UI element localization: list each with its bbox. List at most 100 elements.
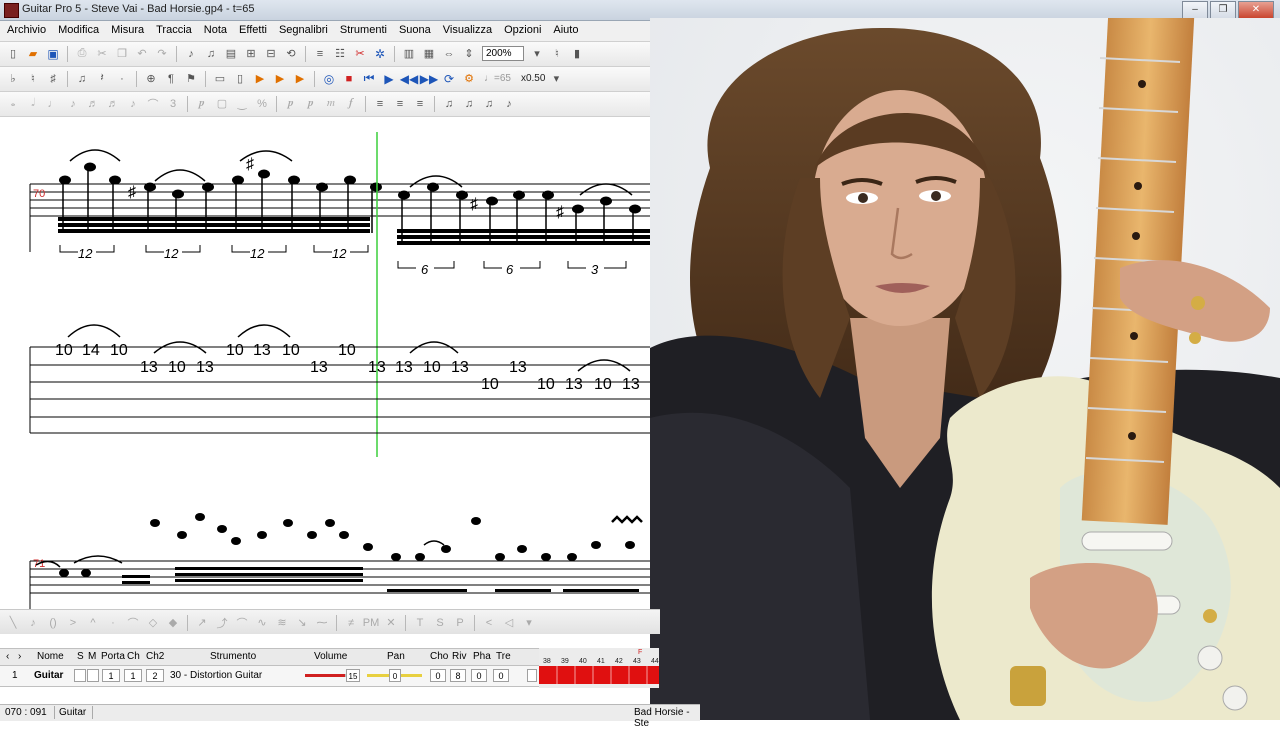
bend-icon[interactable]: ↗ — [193, 614, 211, 631]
tie-icon[interactable]: ⌒ — [144, 95, 162, 112]
tuner-icon[interactable]: ♮ — [548, 45, 566, 62]
mute-toggle[interactable] — [87, 669, 99, 682]
note-up-icon[interactable]: ♪ — [182, 45, 200, 62]
print-icon[interactable]: ⎙ — [73, 45, 91, 62]
strum-icon[interactable]: ♫ — [480, 95, 498, 112]
play-loop-icon[interactable]: ▶ — [291, 70, 309, 87]
settings-gear-icon[interactable]: ✲ — [371, 45, 389, 62]
menu-suona[interactable]: Suona — [392, 21, 436, 41]
save-icon[interactable]: ▣ — [44, 45, 62, 62]
track-name[interactable]: Guitar — [34, 670, 63, 681]
delete-bar-icon[interactable]: ⊟ — [262, 45, 280, 62]
hammer-on-icon[interactable]: ⌒ — [233, 614, 251, 631]
track-icon[interactable]: ≡ — [311, 45, 329, 62]
whole-note-icon[interactable]: 𝅝 — [4, 95, 22, 112]
menu-traccia[interactable]: Traccia — [149, 21, 197, 41]
previous-bar-icon[interactable]: ◀◀ — [400, 70, 418, 87]
lock-icon[interactable]: ▢ — [213, 95, 231, 112]
menu-misura[interactable]: Misura — [104, 21, 149, 41]
dot-icon[interactable]: · — [113, 70, 131, 87]
repeat-icon[interactable]: ⟲ — [282, 45, 300, 62]
menu-aiuto[interactable]: Aiuto — [546, 21, 583, 41]
track-scrollbar[interactable] — [527, 669, 537, 682]
loop-icon[interactable]: ⟳ — [440, 70, 458, 87]
brackets-icon[interactable]: () — [44, 614, 62, 631]
natural-harmonic-icon[interactable]: ◇ — [144, 614, 162, 631]
menu-modifica[interactable]: Modifica — [51, 21, 104, 41]
instrument-field[interactable]: 30 - Distortion Guitar — [170, 670, 262, 681]
tuplet-icon[interactable]: 3 — [164, 95, 182, 112]
slap-icon[interactable]: S — [431, 614, 449, 631]
piano-icon[interactable]: ▮ — [568, 45, 586, 62]
playback-speed[interactable]: x0.50 — [521, 73, 545, 84]
scissors-tool-icon[interactable]: ✂ — [351, 45, 369, 62]
volume-value[interactable]: 15 — [346, 669, 360, 682]
menu-effetti[interactable]: Effetti — [232, 21, 272, 41]
fit-width-icon[interactable]: ⇔ — [440, 45, 458, 62]
screen-view-icon[interactable]: ▦ — [420, 45, 438, 62]
pan-value[interactable]: 0 — [389, 669, 401, 682]
open-folder-icon[interactable]: ▰ — [24, 45, 42, 62]
port-field[interactable]: 1 — [102, 669, 120, 682]
thirtysecond-note-icon[interactable]: ♬ — [104, 95, 122, 112]
effect-icon[interactable]: ╲ — [4, 614, 22, 631]
dead-note-icon[interactable]: ✕ — [382, 614, 400, 631]
bar-icon[interactable]: ▤ — [222, 45, 240, 62]
flat-icon[interactable]: ♭ — [4, 70, 22, 87]
align-right-icon[interactable]: ≡ — [411, 95, 429, 112]
channel-field[interactable]: 1 — [124, 669, 142, 682]
ghost-note-icon[interactable]: ♪ — [24, 614, 42, 631]
natural-icon[interactable]: ♮ — [24, 70, 42, 87]
artificial-harmonic-icon[interactable]: ◆ — [164, 614, 182, 631]
fade-icon[interactable]: ◁ — [500, 614, 518, 631]
next-bar-icon[interactable]: ▶▶ — [420, 70, 438, 87]
metronome-icon[interactable]: ◎ — [320, 70, 338, 87]
fit-page-icon[interactable]: ⇕ — [460, 45, 478, 62]
chord-icon[interactable]: ⊕ — [142, 70, 160, 87]
menu-segnalibri[interactable]: Segnalibri — [272, 21, 333, 41]
phaser-value[interactable]: 0 — [471, 669, 487, 682]
play-icon[interactable]: ▶ — [380, 70, 398, 87]
tap-icon[interactable]: T — [411, 614, 429, 631]
wide-vibrato-icon[interactable]: ≋ — [273, 614, 291, 631]
align-center-icon[interactable]: ≡ — [391, 95, 409, 112]
align-left-icon[interactable]: ≡ — [371, 95, 389, 112]
page-setup-icon[interactable]: ▭ — [211, 70, 229, 87]
menu-visualizza[interactable]: Visualizza — [436, 21, 497, 41]
arpeggio-icon[interactable]: ♫ — [460, 95, 478, 112]
let-ring-icon[interactable]: ⌒ — [124, 614, 142, 631]
song-timeline[interactable]: 38 39 40 41 42 43 44 F — [539, 648, 659, 688]
quarter-note-icon[interactable]: ♩ — [44, 95, 62, 112]
palm-mute-icon[interactable]: PM — [362, 614, 380, 631]
slur-icon[interactable]: ‿ — [233, 95, 251, 112]
dynamics-icon[interactable]: 𝆏 — [193, 95, 211, 112]
text-icon[interactable]: ¶ — [162, 70, 180, 87]
beam-icon[interactable]: ♫ — [73, 70, 91, 87]
dotted-note-icon[interactable]: ♪ — [124, 95, 142, 112]
nav-next-button[interactable]: › — [18, 651, 21, 662]
play-selection-icon[interactable]: ▶ — [271, 70, 289, 87]
more-effects-icon[interactable]: ▾ — [520, 614, 538, 631]
menu-opzioni[interactable]: Opzioni — [497, 21, 546, 41]
crescendo-icon[interactable]: < — [480, 614, 498, 631]
chorus-value[interactable]: 0 — [430, 669, 446, 682]
speed-trainer-icon[interactable]: ⚙ — [460, 70, 478, 87]
page-view-icon[interactable]: ▥ — [400, 45, 418, 62]
insert-bar-icon[interactable]: ⊞ — [242, 45, 260, 62]
maximize-button[interactable]: ❐ — [1210, 1, 1236, 19]
play-from-start-icon[interactable]: ▶ — [251, 70, 269, 87]
half-note-icon[interactable]: 𝅗𝅥 — [24, 95, 42, 112]
ppp-icon[interactable]: 𝆏 — [282, 95, 300, 112]
accent-icon[interactable]: > — [64, 614, 82, 631]
channel2-field[interactable]: 2 — [146, 669, 164, 682]
stop-icon[interactable]: ■ — [340, 70, 358, 87]
track-row[interactable]: 1 Guitar 1 1 2 30 - Distortion Guitar 15… — [0, 665, 540, 687]
marker-icon[interactable]: ⚑ — [182, 70, 200, 87]
copy-icon[interactable]: ❐ — [113, 45, 131, 62]
eighth-note-icon[interactable]: ♪ — [64, 95, 82, 112]
new-file-icon[interactable]: ▯ — [4, 45, 22, 62]
solo-toggle[interactable] — [74, 669, 86, 682]
reverb-value[interactable]: 8 — [450, 669, 466, 682]
heavy-accent-icon[interactable]: ^ — [84, 614, 102, 631]
speed-dropdown-icon[interactable]: ▾ — [547, 70, 565, 87]
